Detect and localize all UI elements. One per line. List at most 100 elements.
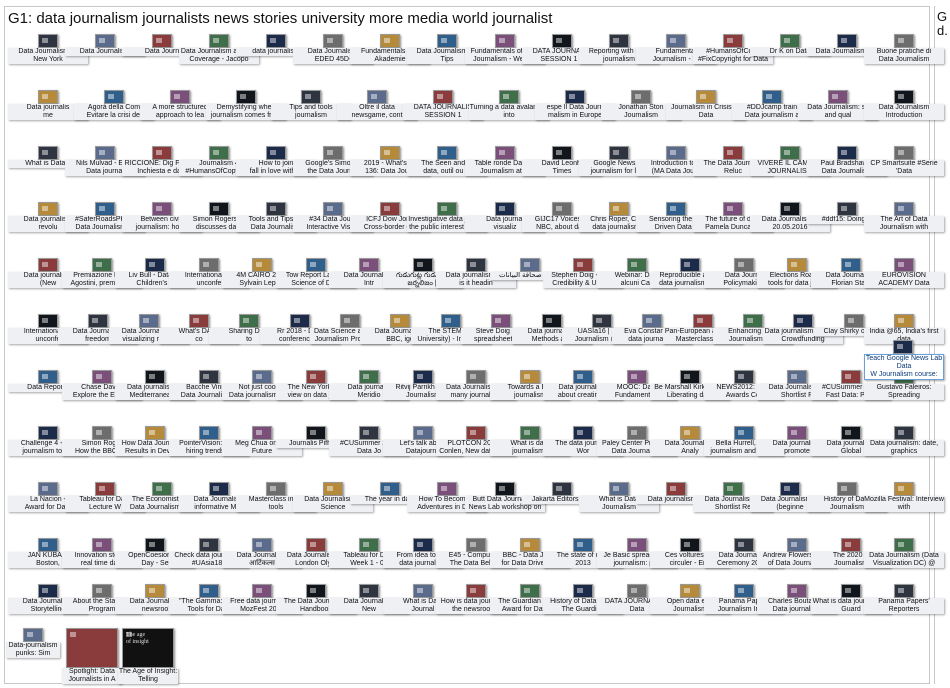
- video-thumbnail: [837, 146, 857, 160]
- video-thumbnail: [780, 202, 800, 216]
- video-thumbnail: [152, 202, 172, 216]
- video-thumbnail: [413, 426, 433, 440]
- video-thumbnail: [696, 90, 716, 104]
- video-thumbnail: [844, 314, 864, 328]
- video-thumbnail: [266, 34, 286, 48]
- video-thumbnail: [92, 426, 112, 440]
- video-thumbnail: [573, 258, 593, 272]
- video-thumbnail: [723, 34, 743, 48]
- video-thumbnail: [762, 90, 782, 104]
- video-thumbnail: [252, 426, 272, 440]
- video-thumbnail: [734, 426, 754, 440]
- video-thumbnail: [199, 370, 219, 384]
- video-thumbnail: [841, 584, 861, 598]
- video-thumbnail: [359, 538, 379, 552]
- video-thumbnail: [139, 314, 159, 328]
- video-thumbnail: [38, 258, 58, 272]
- video-thumbnail: [92, 370, 112, 384]
- video-thumbnail: [894, 538, 914, 552]
- video-title-label: Teach Google News Lab Data W Journalism …: [864, 354, 944, 380]
- video-thumbnail: [306, 370, 326, 384]
- video-thumbnail: [152, 146, 172, 160]
- video-thumbnail: [627, 370, 647, 384]
- video-thumbnail: [95, 34, 115, 48]
- video-thumbnail: [894, 202, 914, 216]
- video-thumbnail: [367, 90, 387, 104]
- video-thumbnail: [390, 314, 410, 328]
- video-thumbnail: [413, 258, 433, 272]
- video-thumbnail: [209, 146, 229, 160]
- video-thumbnail: [609, 146, 629, 160]
- video-thumbnail: [609, 202, 629, 216]
- video-thumbnail: [437, 482, 457, 496]
- video-thumbnail: [631, 90, 651, 104]
- video-thumbnail: [306, 258, 326, 272]
- video-thumbnail: [894, 482, 914, 496]
- video-thumbnail: [627, 426, 647, 440]
- video-thumbnail: [359, 370, 379, 384]
- video-title-label: The Age of Insight: Telling Stories with…: [118, 668, 178, 684]
- video-thumbnail: [359, 258, 379, 272]
- video-thumbnail: [666, 202, 686, 216]
- video-thumbnail: [359, 584, 379, 598]
- video-thumbnail: [380, 202, 400, 216]
- video-thumbnail: [693, 314, 713, 328]
- video-thumbnail: [841, 426, 861, 440]
- video-thumbnail: [666, 146, 686, 160]
- video-thumbnail: [380, 482, 400, 496]
- video-thumbnail: [38, 202, 58, 216]
- video-thumbnail: [413, 370, 433, 384]
- video-thumbnail: [680, 538, 700, 552]
- video-thumbnail: [306, 538, 326, 552]
- video-thumbnail: [894, 34, 914, 48]
- video-thumbnail: [841, 258, 861, 272]
- video-thumbnail: [609, 482, 629, 496]
- video-title-label: The Art of Data Journalism with The New …: [864, 216, 944, 232]
- video-thumbnail: [252, 258, 272, 272]
- video-thumbnail: [495, 202, 515, 216]
- video-thumbnail: [787, 258, 807, 272]
- video-thumbnail: [495, 34, 515, 48]
- video-thumbnail: [723, 202, 743, 216]
- video-thumbnail: [680, 370, 700, 384]
- video-title-label: Gustavo Faleiros: Spreading Data Journal…: [864, 384, 944, 400]
- thumbnail-caption: The age of insight: [126, 632, 149, 645]
- video-thumbnail: [573, 426, 593, 440]
- video-thumbnail: [787, 584, 807, 598]
- video-thumbnail: [780, 146, 800, 160]
- video-thumbnail: [323, 202, 343, 216]
- video-thumbnail: [380, 146, 400, 160]
- video-thumbnail: [787, 426, 807, 440]
- video-thumbnail: [894, 426, 914, 440]
- video-thumbnail: [437, 202, 457, 216]
- video-thumbnail: [441, 314, 461, 328]
- video-thumbnail: [209, 202, 229, 216]
- video-thumbnail: [841, 370, 861, 384]
- video-thumbnail: [828, 90, 848, 104]
- video-title-label: Buone pratiche di Data Journalism: [864, 48, 944, 64]
- video-thumbnail: [266, 146, 286, 160]
- video-thumbnail: [145, 426, 165, 440]
- video-title-label: CP Smartsuite #Serie 'Data Journalism': [864, 160, 944, 176]
- video-thumbnail: [495, 482, 515, 496]
- video-thumbnail: [627, 538, 647, 552]
- video-thumbnail: [199, 584, 219, 598]
- video-thumbnail: [413, 584, 433, 598]
- video-title-label: Spotlight: Data Journalists in A: [62, 668, 122, 684]
- video-thumbnail: [552, 146, 572, 160]
- video-thumbnail: [38, 314, 58, 328]
- video-title-label: Panama Papers' Reporters Explain How the…: [864, 598, 944, 614]
- video-thumbnail: [894, 258, 914, 272]
- video-thumbnail: [680, 584, 700, 598]
- video-thumbnail: [573, 584, 593, 598]
- video-thumbnail: [466, 584, 486, 598]
- video-thumbnail: [743, 314, 763, 328]
- video-thumbnail: [38, 584, 58, 598]
- video-thumbnail: [252, 370, 272, 384]
- video-thumbnail: [145, 584, 165, 598]
- video-thumbnail: [520, 584, 540, 598]
- video-thumbnail: [552, 482, 572, 496]
- video-thumbnail: [145, 370, 165, 384]
- video-thumbnail: [495, 146, 515, 160]
- video-thumbnail: [552, 34, 572, 48]
